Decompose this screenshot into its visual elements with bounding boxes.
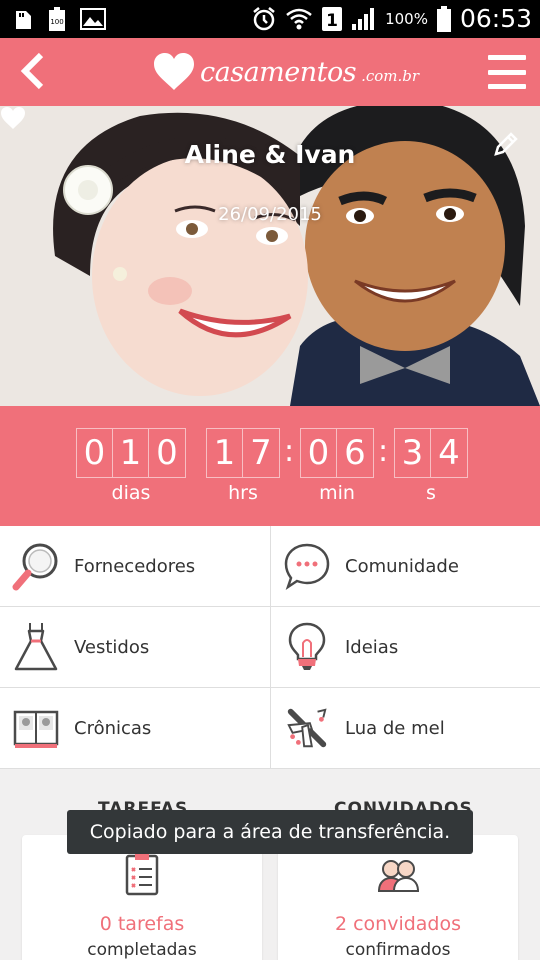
toast-message: Copiado para a área de transferência. [67, 810, 473, 854]
status-bar: 100 1 100% 06:53 [0, 0, 540, 38]
hours-label: hrs [228, 482, 258, 504]
tasks-subtitle: completadas [87, 940, 197, 960]
guests-value: 2 convidados [334, 913, 462, 935]
svg-text:100: 100 [50, 18, 63, 26]
countdown: 0 1 0 1 7 : 0 6 : 3 4 dias hrs min s [0, 406, 540, 526]
days-digits: 0 1 0 [76, 428, 186, 478]
menu-item-cronicas[interactable]: Crônicas [0, 688, 270, 769]
menu-item-comunidade[interactable]: Comunidade [270, 526, 540, 607]
feature-grid: Fornecedores Comunidade Vestidos Ideias … [0, 526, 540, 769]
colon-separator: : [284, 434, 295, 469]
app-screen: 100 1 100% 06:53 casamentos .com.br Alin… [0, 0, 540, 960]
menu-item-label: Comunidade [345, 555, 459, 577]
sd-card-icon [16, 11, 31, 29]
minutes-label: min [319, 482, 355, 504]
back-chevron-icon [20, 52, 44, 90]
logo-suffix: .com.br [361, 67, 420, 85]
seconds-label: s [426, 482, 436, 504]
heart-logo-icon [154, 53, 194, 90]
svg-text:1: 1 [326, 11, 338, 31]
days-digit: 1 [113, 429, 149, 477]
status-left-icons: 100 [12, 6, 106, 32]
menu-item-label: Crônicas [74, 717, 152, 739]
hamburger-menu-icon-bar [488, 84, 526, 89]
chat-bubble-icon [283, 539, 331, 593]
menu-item-fornecedores[interactable]: Fornecedores [0, 526, 270, 607]
back-button[interactable] [12, 48, 52, 94]
clock: 06:53 [459, 4, 532, 33]
seconds-digit: 4 [438, 433, 460, 473]
summary-section: TAREFAS CONVIDADOS 0 tarefas completadas… [0, 769, 540, 960]
hamburger-menu-icon [488, 55, 526, 60]
app-bar: casamentos .com.br [0, 38, 540, 106]
menu-item-lua-de-mel[interactable]: Lua de mel [270, 688, 540, 769]
tasks-value: 0 tarefas [99, 913, 185, 935]
days-digit: 0 [77, 429, 113, 477]
magnifier-icon [12, 539, 60, 593]
minutes-digit: 0 [301, 429, 337, 477]
hours-digits: 1 7 [206, 428, 280, 478]
hours-digit: 1 [207, 429, 243, 477]
signal-icon [352, 7, 375, 30]
couple-hero: Aline & Ivan 26/09/2015 [0, 106, 540, 406]
logo: casamentos .com.br [152, 46, 419, 98]
minutes-digit: 6 [344, 433, 366, 473]
colon-separator: : [378, 434, 389, 469]
edit-button[interactable] [492, 130, 520, 158]
days-label: dias [111, 482, 151, 504]
battery-100-icon: 100 [49, 7, 65, 31]
airplane-icon [283, 701, 331, 755]
minutes-digits: 0 6 [300, 428, 374, 478]
days-digit: 0 [156, 433, 178, 473]
menu-item-label: Vestidos [74, 636, 150, 658]
battery-icon [436, 5, 451, 32]
battery-percentage: 100% [385, 9, 428, 28]
status-right-icons: 1 100% 06:53 [251, 4, 532, 33]
couple-names: Aline & Ivan [184, 140, 356, 169]
photo-album-icon [12, 701, 60, 755]
menu-item-vestidos[interactable]: Vestidos [0, 607, 270, 688]
dress-icon [12, 620, 60, 674]
heart-icon [1, 107, 25, 129]
image-icon [80, 8, 106, 30]
guests-subtitle: confirmados [345, 940, 451, 960]
wedding-date: 26/09/2015 [218, 204, 322, 225]
hamburger-menu-icon-bar [488, 69, 526, 75]
alarm-icon [253, 6, 275, 30]
menu-item-ideias[interactable]: Ideias [270, 607, 540, 688]
menu-item-label: Lua de mel [345, 717, 445, 739]
pencil-icon [494, 132, 518, 156]
clipboard-icon [125, 853, 159, 896]
menu-button[interactable] [488, 52, 526, 92]
menu-item-label: Ideias [345, 636, 399, 658]
seconds-digit: 3 [395, 429, 431, 477]
lightbulb-icon [283, 620, 331, 674]
guests-icon [377, 860, 420, 892]
logo-text: casamentos [200, 56, 357, 88]
wifi-icon [286, 8, 312, 29]
hours-digit: 7 [250, 433, 272, 473]
seconds-digits: 3 4 [394, 428, 468, 478]
sim-1-icon: 1 [322, 6, 343, 31]
menu-item-label: Fornecedores [74, 555, 196, 577]
